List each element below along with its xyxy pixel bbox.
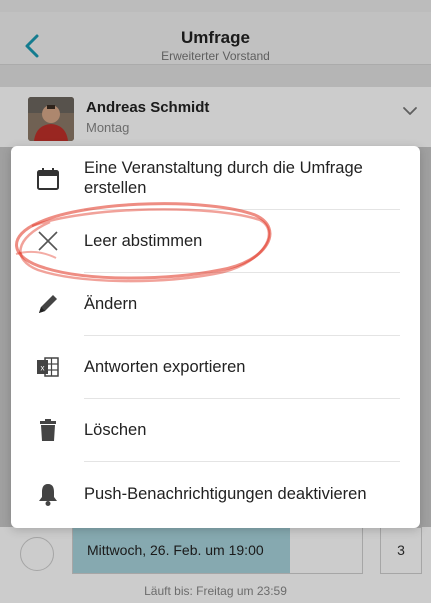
calendar-icon xyxy=(37,168,59,190)
action-menu: Eine Veranstaltung durch die Umfrage ers… xyxy=(11,146,420,528)
trash-icon xyxy=(40,419,56,441)
excel-icon: x xyxy=(37,357,59,377)
menu-item-label: Antworten exportieren xyxy=(84,358,246,376)
close-icon xyxy=(38,231,58,251)
menu-item-edit[interactable]: Ändern xyxy=(11,273,420,335)
bell-icon xyxy=(39,484,57,506)
menu-item-export[interactable]: x Antworten exportieren xyxy=(11,336,420,398)
svg-text:x: x xyxy=(41,364,45,373)
menu-item-delete[interactable]: Löschen xyxy=(11,399,420,461)
menu-item-label: Push-Benachrichtigungen deaktivieren xyxy=(84,485,367,503)
menu-item-label: Löschen xyxy=(84,421,147,439)
menu-item-label: Eine Veranstaltung durch die Umfrage ers… xyxy=(84,159,363,197)
menu-item-disable-push[interactable]: Push-Benachrichtigungen deaktivieren xyxy=(11,462,420,526)
menu-item-label: Leer abstimmen xyxy=(84,232,203,250)
menu-item-abstain[interactable]: Leer abstimmen xyxy=(11,210,420,272)
menu-item-label: Ändern xyxy=(84,295,138,313)
pencil-icon xyxy=(39,295,57,313)
menu-item-create-event[interactable]: Eine Veranstaltung durch die Umfrage ers… xyxy=(11,146,420,209)
